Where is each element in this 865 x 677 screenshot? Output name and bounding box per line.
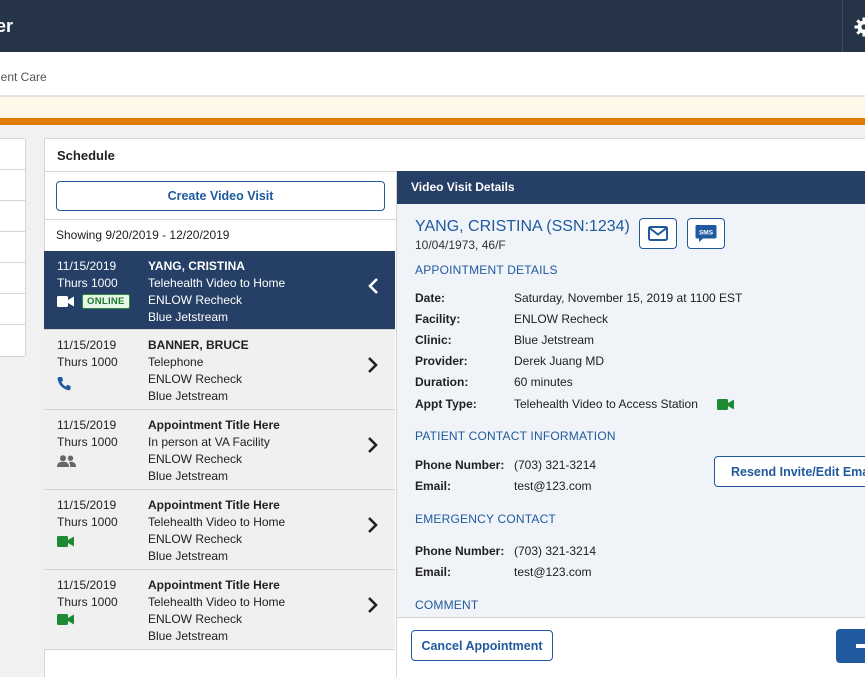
appointment-clinic: Blue Jetstream	[148, 469, 229, 483]
comment-heading: COMMENT	[415, 598, 479, 612]
appointment-name: Appointment Title Here	[148, 418, 280, 432]
primary-action-button[interactable]	[836, 629, 865, 663]
appointment-time: Thurs 1000	[57, 515, 118, 529]
appointment-date: 11/15/2019	[57, 578, 117, 592]
details-title: Video Visit Details	[411, 180, 515, 194]
phone-icon	[57, 377, 71, 391]
appointment-type: Telehealth Video to Home	[148, 515, 286, 529]
schedule-title: Schedule	[57, 148, 115, 163]
appointment-clinic: Blue Jetstream	[148, 310, 229, 324]
app-header: er	[0, 0, 865, 52]
appointment-type: Telehealth Video to Home	[148, 276, 286, 290]
minus-icon	[856, 644, 865, 648]
date-range-label: Showing 9/20/2019 - 12/20/2019	[56, 228, 230, 242]
video-icon	[57, 296, 74, 307]
appointment-row[interactable]: 11/15/2019 Thurs 1000 BANNER, BRUCE Tele…	[44, 330, 395, 410]
divider	[44, 219, 396, 220]
appointment-facility: ENLOW Recheck	[148, 532, 243, 546]
online-badge: ONLINE	[82, 294, 130, 309]
patient-dob: 10/04/1973, 46/F	[415, 238, 506, 252]
appointment-facility: ENLOW Recheck	[148, 372, 243, 386]
gear-icon[interactable]	[854, 17, 865, 37]
side-panel-item[interactable]	[0, 201, 25, 232]
cancel-appointment-button[interactable]: Cancel Appointment	[411, 630, 553, 661]
appointment-facility: ENLOW Recheck	[148, 452, 243, 466]
appointment-row[interactable]: 11/15/2019 Thurs 1000 ONLINE YANG, CRIST…	[44, 251, 395, 330]
appointment-time: Thurs 1000	[57, 435, 118, 449]
side-panel-item[interactable]	[0, 263, 25, 294]
appointment-type: Telephone	[148, 355, 204, 369]
sms-icon: SMS	[695, 225, 717, 242]
alert-stripe	[0, 118, 865, 125]
breadcrumb[interactable]: ient Care	[0, 70, 47, 84]
appointment-row[interactable]: 11/15/2019 Thurs 1000 Appointment Title …	[44, 490, 395, 570]
app-title: er	[0, 16, 14, 36]
appointment-time: Thurs 1000	[57, 595, 118, 609]
video-icon	[57, 614, 74, 625]
create-video-visit-button[interactable]: Create Video Visit	[56, 181, 385, 211]
appointment-row[interactable]: 11/15/2019 Thurs 1000 Appointment Title …	[44, 410, 395, 490]
svg-text:SMS: SMS	[699, 230, 714, 237]
side-panel-item[interactable]	[0, 139, 25, 170]
chevron-right-icon[interactable]	[366, 516, 380, 534]
chevron-right-icon[interactable]	[366, 436, 380, 454]
appointment-facility: ENLOW Recheck	[148, 612, 243, 626]
chevron-right-icon[interactable]	[366, 596, 380, 614]
appointment-type: Telehealth Video to Home	[148, 595, 286, 609]
appointment-name: BANNER, BRUCE	[148, 338, 249, 352]
appointment-type: In person at VA Facility	[148, 435, 270, 449]
video-icon	[717, 399, 734, 410]
appointment-time: Thurs 1000	[57, 276, 118, 290]
appointment-date: 11/15/2019	[57, 338, 117, 352]
appointment-facility: ENLOW Recheck	[148, 293, 243, 307]
patient-name: YANG, CRISTINA (SSN:1234)	[415, 218, 630, 235]
video-icon	[57, 536, 74, 547]
email-button[interactable]	[639, 218, 677, 249]
header-divider	[842, 0, 843, 52]
details-header: Video Visit Details	[397, 171, 865, 204]
appointment-date: 11/15/2019	[57, 418, 117, 432]
chevron-left-icon[interactable]	[366, 277, 380, 295]
appointment-name: Appointment Title Here	[148, 498, 280, 512]
chevron-right-icon[interactable]	[366, 356, 380, 374]
appointment-row[interactable]: 11/15/2019 Thurs 1000 Appointment Title …	[44, 570, 395, 650]
side-panel-item[interactable]	[0, 294, 25, 325]
appointment-details-heading: APPOINTMENT DETAILS	[415, 263, 558, 277]
appointment-clinic: Blue Jetstream	[148, 389, 229, 403]
appointment-name: Appointment Title Here	[148, 578, 280, 592]
side-panel-item[interactable]	[0, 232, 25, 263]
envelope-icon	[648, 226, 668, 241]
side-panel-item[interactable]	[0, 170, 25, 201]
appointment-date: 11/15/2019	[57, 498, 117, 512]
sub-navigation: ient Care	[0, 52, 865, 97]
people-icon	[57, 455, 76, 467]
appointment-list: 11/15/2019 Thurs 1000 ONLINE YANG, CRIST…	[44, 251, 395, 650]
appointment-date: 11/15/2019	[57, 259, 117, 273]
notice-banner	[0, 97, 865, 118]
appointment-clinic: Blue Jetstream	[148, 629, 229, 643]
patient-contact-heading: PATIENT CONTACT INFORMATION	[415, 429, 616, 443]
appointment-clinic: Blue Jetstream	[148, 549, 229, 563]
resend-invite-button[interactable]: Resend Invite/Edit Email	[714, 456, 865, 487]
appointment-time: Thurs 1000	[57, 355, 118, 369]
sms-button[interactable]: SMS	[687, 218, 725, 249]
appointment-name: YANG, CRISTINA	[148, 259, 245, 273]
emergency-contact-heading: EMERGENCY CONTACT	[415, 512, 556, 526]
side-panel	[0, 138, 26, 357]
